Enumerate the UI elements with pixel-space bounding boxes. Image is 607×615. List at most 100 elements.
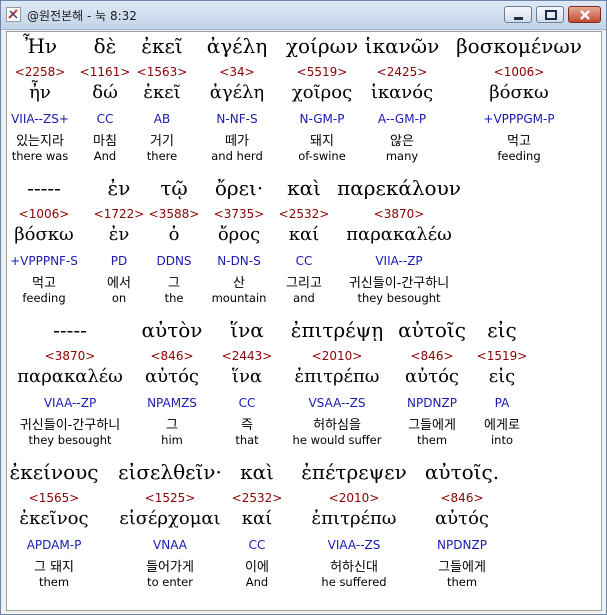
word-lemma: καί <box>241 508 273 529</box>
word-lemma: ἐν <box>108 224 130 245</box>
word-parse: VIIA--ZS+ <box>11 112 69 126</box>
word-strong: <3735> <box>213 207 265 221</box>
word-greek: ----- <box>27 176 61 200</box>
word-english: and <box>293 291 315 305</box>
word-english: them <box>416 433 448 447</box>
word-lemma: παρακαλέω <box>346 224 452 245</box>
word-lemma: αὐτός <box>405 366 459 387</box>
word-strong: <3870> <box>373 207 425 221</box>
word-strong: <3588> <box>148 207 200 221</box>
word-parse: CC <box>96 112 114 126</box>
title-bar[interactable]: @원전본해 - 눅 8:32 <box>1 1 606 30</box>
word-english: mountain <box>211 291 267 305</box>
word-korean: 그 돼지 <box>33 560 75 575</box>
word-greek: αὐτοῖς <box>398 318 466 342</box>
word-strong: <1006> <box>18 207 70 221</box>
word-parse: CC <box>248 538 266 552</box>
word-korean: 에게로 <box>484 418 520 433</box>
app-icon <box>6 7 21 22</box>
word-greek: αὐτοῖς. <box>424 460 500 484</box>
word-parse: VIAA--ZP <box>43 396 97 410</box>
word-strong: <2532> <box>278 207 330 221</box>
word-strong: <5519> <box>296 65 348 79</box>
word-greek: ἐπέτρεψεν <box>301 460 407 484</box>
word-greek: αὐτὸν <box>141 318 203 342</box>
word-korean: 즉 <box>241 418 253 433</box>
word-greek: βοσκομένων <box>456 34 582 58</box>
word-strong: <846> <box>440 491 484 505</box>
word-strong: <1563> <box>136 65 188 79</box>
word-english: they besought <box>28 433 112 447</box>
word-parse: DDNS <box>156 254 192 268</box>
word-greek: παρεκάλουν <box>337 176 461 200</box>
word-parse: CC <box>295 254 313 268</box>
word-lemma: αὐτός <box>435 508 489 529</box>
word-strong: <34> <box>219 65 255 79</box>
word-lemma: ὄρος <box>217 224 261 245</box>
word-english: there was <box>11 149 69 163</box>
word-korean: 먹고 <box>32 276 56 291</box>
word-english: he suffered <box>321 575 387 589</box>
word-parse: +VPPPGM-P <box>483 112 555 126</box>
word-parse: NPDNZP <box>437 538 487 552</box>
word-strong: <2010> <box>328 491 380 505</box>
word-korean: 귀신들이-간구하니 <box>19 418 121 433</box>
word-korean: 허하심을 <box>313 418 361 433</box>
interlinear-text-area[interactable]: Ἦν <2258> ἦν VIIA--ZS+ 있는지라 there was δὲ <1161>… <box>6 31 602 611</box>
maximize-button[interactable] <box>536 6 564 23</box>
word-lemma: ἵνα <box>231 366 263 387</box>
word-korean: 그들에게 <box>438 560 486 575</box>
word-english: And <box>245 575 269 589</box>
word-strong: <1525> <box>144 491 196 505</box>
word-english: there <box>146 149 178 163</box>
word-parse: CC <box>238 396 256 410</box>
close-button[interactable] <box>568 6 601 23</box>
word-korean: 귀신들이-간구하니 <box>348 276 450 291</box>
word-lemma: βόσκω <box>489 82 549 103</box>
word-korean: 먹고 <box>507 134 531 149</box>
word-greek: καὶ <box>240 460 274 484</box>
word-lemma: δώ <box>92 82 118 103</box>
word-parse: VNAA <box>153 538 187 552</box>
word-english: they besought <box>357 291 441 305</box>
word-lemma: βόσκω <box>14 224 74 245</box>
word-parse: VIIA--ZP <box>375 254 423 268</box>
word-korean: 에서 <box>107 276 131 291</box>
word-korean: 들어가게 <box>146 560 194 575</box>
word-greek: εἰς <box>487 318 517 342</box>
word-parse: NPAMZS <box>147 396 197 410</box>
word-english: them <box>446 575 478 589</box>
app-window: @원전본해 - 눅 8:32 Ἦν <2258> ἦν VIIA--ZS+ 있는지라 th… <box>0 0 607 615</box>
word-lemma: παρακαλέω <box>17 366 123 387</box>
word-strong: <1519> <box>476 349 528 363</box>
word-english: the <box>164 291 184 305</box>
word-lemma: αὐτός <box>145 366 199 387</box>
minimize-button[interactable] <box>504 6 532 23</box>
word-english: feeding <box>22 291 66 305</box>
word-korean: 허하신대 <box>330 560 378 575</box>
word-parse: NPDNZP <box>407 396 457 410</box>
minimize-icon <box>514 17 523 20</box>
word-english: and herd <box>211 149 263 163</box>
word-lemma: εἰς <box>488 366 516 387</box>
word-greek: χοίρων <box>285 34 359 58</box>
word-strong: <2532> <box>231 491 283 505</box>
word-strong: <2425> <box>376 65 428 79</box>
word-parse: VSAA--ZS <box>308 396 366 410</box>
word-korean: 그들에게 <box>408 418 456 433</box>
word-greek: τῷ <box>160 176 188 200</box>
word-english: And <box>93 149 117 163</box>
word-korean: 않은 <box>390 134 414 149</box>
close-icon <box>580 10 590 20</box>
word-strong: <1006> <box>493 65 545 79</box>
maximize-icon <box>545 10 557 20</box>
word-strong: <846> <box>410 349 454 363</box>
word-greek: ἐκεῖ <box>141 34 183 58</box>
word-lemma: ἱκανός <box>370 82 434 103</box>
word-korean: 그 <box>166 418 178 433</box>
word-lemma: ἐπιτρέπω <box>311 508 397 529</box>
word-greek: ἐν <box>107 176 131 200</box>
word-greek: ἐπιτρέψῃ <box>290 318 384 342</box>
word-lemma: ἐπιτρέπω <box>294 366 380 387</box>
word-greek: ἀγέλη <box>206 34 268 58</box>
